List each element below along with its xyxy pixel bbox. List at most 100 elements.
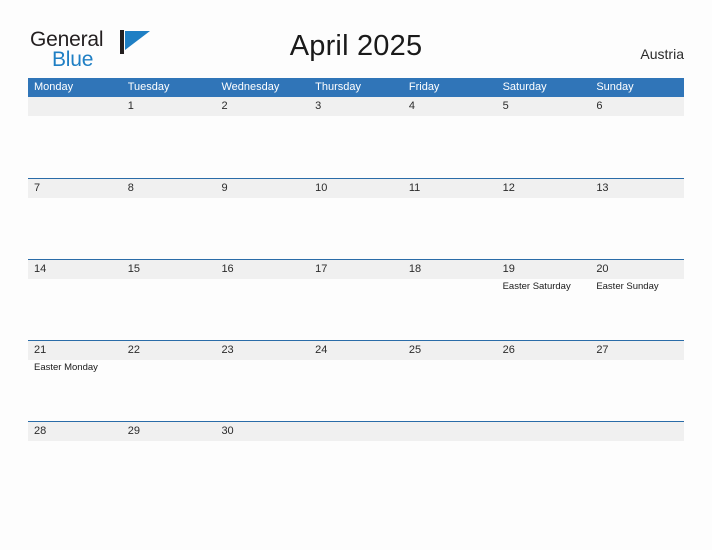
calendar-day-cell[interactable]: 11 xyxy=(402,179,497,258)
day-number: 6 xyxy=(596,100,603,112)
day-number-band xyxy=(496,422,591,441)
calendar-day-cell[interactable]: 21 Easter Monday xyxy=(28,341,122,420)
calendar-day-cell[interactable]: 9 xyxy=(215,179,310,258)
calendar-day-cell[interactable]: 7 xyxy=(28,179,122,258)
day-number: 13 xyxy=(596,182,609,194)
day-number: 12 xyxy=(502,182,515,194)
day-number: 17 xyxy=(315,263,328,275)
calendar-day-cell[interactable]: 2 xyxy=(215,97,310,176)
calendar-day-cell[interactable]: 22 xyxy=(121,341,216,420)
page-title: April 2025 xyxy=(289,30,423,62)
day-number: 24 xyxy=(315,344,328,356)
calendar-day-cell[interactable]: 6 xyxy=(590,97,685,176)
calendar-day-cell-empty[interactable] xyxy=(590,422,685,501)
calendar-day-cell[interactable]: 19 Easter Saturday xyxy=(496,260,591,339)
calendar-day-cell[interactable]: 17 xyxy=(309,260,403,339)
day-number: 28 xyxy=(34,425,47,437)
weekday-header-sunday: Sunday xyxy=(596,81,634,93)
calendar-day-cell-empty[interactable] xyxy=(496,422,591,501)
day-number-band xyxy=(590,422,685,441)
day-number-band xyxy=(121,179,216,198)
calendar-day-cell[interactable]: 5 xyxy=(496,97,591,176)
calendar-day-cell[interactable]: 24 xyxy=(309,341,403,420)
calendar-day-cell[interactable]: 30 xyxy=(215,422,310,501)
calendar-grid: Monday Tuesday Wednesday Thursday Friday Satu… xyxy=(28,78,685,502)
day-number: 16 xyxy=(221,263,234,275)
day-events: Easter Saturday xyxy=(503,280,589,293)
calendar-week-row: 21 Easter Monday 22 23 24 25 26 27 xyxy=(28,340,685,421)
day-number-band xyxy=(309,422,403,441)
day-number: 18 xyxy=(408,263,422,275)
day-number: 1 xyxy=(127,100,134,112)
calendar-day-cell[interactable]: 8 xyxy=(121,179,216,258)
day-number: 10 xyxy=(315,182,328,194)
calendar-weeks: 1 2 3 4 5 6 7 8 9 10 11 12 13 14 15 16 17 18 19 Easter Satu… xyxy=(28,97,685,502)
calendar-day-cell[interactable]: 13 xyxy=(590,179,685,258)
page-header: General Blue April 2025 Austria xyxy=(0,0,712,78)
calendar-day-cell[interactable]: 20 Easter Sunday xyxy=(590,260,685,339)
day-number: 4 xyxy=(408,100,415,112)
country-label: Austria xyxy=(640,46,684,62)
weekday-header-tuesday: Tuesday xyxy=(127,81,170,93)
day-events: Easter Monday xyxy=(34,361,120,374)
weekday-header-monday: Monday xyxy=(34,81,74,93)
day-number-band xyxy=(28,97,122,116)
weekday-header-row: Monday Tuesday Wednesday Thursday Friday Satu… xyxy=(28,78,684,97)
day-number-band xyxy=(121,97,216,116)
weekday-header-friday: Friday xyxy=(408,81,440,93)
calendar-day-cell-empty[interactable] xyxy=(309,422,403,501)
weekday-header-wednesday: Wednesday xyxy=(221,81,280,93)
calendar-day-cell[interactable]: 1 xyxy=(121,97,216,176)
day-number: 23 xyxy=(221,344,234,356)
day-number-band xyxy=(496,97,591,116)
calendar-day-cell[interactable]: 18 xyxy=(402,260,497,339)
day-number: 3 xyxy=(315,100,322,112)
day-number: 26 xyxy=(502,344,515,356)
calendar-day-cell[interactable]: 28 xyxy=(28,422,122,501)
calendar-day-cell[interactable]: 12 xyxy=(496,179,591,258)
holiday-event: Easter Saturday xyxy=(502,281,571,292)
day-number: 21 xyxy=(34,344,47,356)
day-number-band xyxy=(28,179,122,198)
day-number: 30 xyxy=(221,425,234,437)
holiday-event: Easter Sunday xyxy=(596,281,659,292)
calendar-week-row: 28 29 30 xyxy=(28,421,685,502)
day-number: 7 xyxy=(34,182,41,194)
calendar-day-cell-empty[interactable] xyxy=(402,422,497,501)
day-number: 2 xyxy=(221,100,228,112)
day-number: 15 xyxy=(127,263,140,275)
day-number: 29 xyxy=(127,425,140,437)
calendar-week-row: 1 2 3 4 5 6 xyxy=(28,97,685,178)
calendar-day-cell[interactable]: 14 xyxy=(28,260,122,339)
calendar-week-row: 7 8 9 10 11 12 13 xyxy=(28,178,685,259)
calendar-day-cell[interactable]: 23 xyxy=(215,341,310,420)
day-number-band xyxy=(309,97,403,116)
weekday-header-thursday: Thursday xyxy=(315,81,362,93)
calendar-day-cell[interactable]: 16 xyxy=(215,260,310,339)
calendar-day-cell-empty[interactable] xyxy=(28,97,122,176)
day-number-band xyxy=(402,422,497,441)
day-number: 22 xyxy=(127,344,140,356)
day-number-band xyxy=(590,97,685,116)
calendar-day-cell[interactable]: 25 xyxy=(402,341,497,420)
day-number: 14 xyxy=(34,263,47,275)
day-number: 8 xyxy=(127,182,134,194)
day-number: 11 xyxy=(408,182,421,194)
calendar-week-row: 14 15 16 17 18 19 Easter Saturday 20 Easter Sund… xyxy=(28,259,685,340)
day-number-band xyxy=(215,179,310,198)
calendar-day-cell[interactable]: 15 xyxy=(121,260,216,339)
calendar-day-cell[interactable]: 10 xyxy=(309,179,403,258)
day-number: 20 xyxy=(596,263,609,275)
calendar-page: General Blue April 2025 Austria Monday Tu… xyxy=(0,0,712,550)
calendar-day-cell[interactable]: 27 xyxy=(590,341,685,420)
calendar-day-cell[interactable]: 26 xyxy=(496,341,591,420)
day-events: Easter Sunday xyxy=(596,280,682,293)
day-number: 19 xyxy=(502,263,515,275)
day-number: 9 xyxy=(221,182,228,194)
calendar-day-cell[interactable]: 4 xyxy=(402,97,497,176)
calendar-day-cell[interactable]: 3 xyxy=(309,97,403,176)
day-number-band xyxy=(402,97,497,116)
weekday-header-saturday: Saturday xyxy=(502,81,547,93)
day-number: 5 xyxy=(502,100,509,112)
calendar-day-cell[interactable]: 29 xyxy=(121,422,216,501)
